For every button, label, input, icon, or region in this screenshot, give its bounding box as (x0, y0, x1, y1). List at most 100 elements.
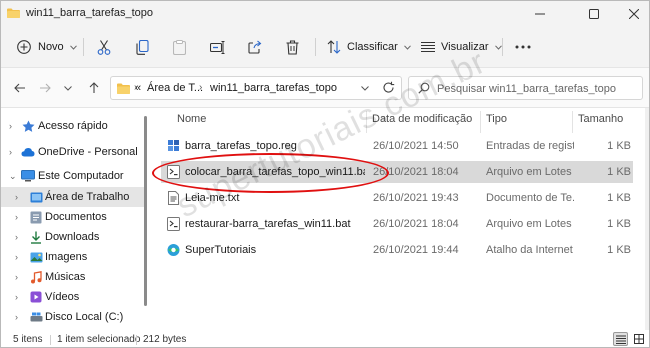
sidebar-item-label: Documentos (45, 211, 107, 223)
chevron-down-icon (69, 44, 77, 50)
column-divider[interactable] (572, 111, 573, 133)
sidebar-item-local-disk[interactable]: › Disco Local (C:) (1, 307, 147, 327)
close-button[interactable] (611, 1, 649, 26)
file-size: 1 KB (607, 244, 631, 256)
navigation-scrollbar[interactable] (142, 108, 148, 330)
chevron-right-icon[interactable]: › (15, 292, 23, 302)
right-scroll-track[interactable] (645, 108, 649, 330)
address-row: › « Área de T... › win11_barra_tarefas_t… (1, 68, 649, 108)
command-bar: Novo Classificar Visualizar (1, 26, 649, 68)
paste-button[interactable] (173, 34, 186, 60)
delete-button[interactable] (286, 34, 299, 60)
chevron-down-icon[interactable] (361, 86, 369, 91)
navigation-pane: › Acesso rápido › OneDrive - Personal ⌄ … (1, 108, 147, 330)
sidebar-item-label: Músicas (45, 271, 86, 283)
breadcrumb-overflow[interactable]: « (135, 82, 141, 94)
file-size: 1 KB (607, 218, 631, 230)
share-button[interactable] (248, 34, 262, 60)
tiles-view-button[interactable] (631, 332, 646, 346)
status-bar: 5 itens 1 item selecionado 212 bytes (1, 330, 649, 347)
file-date: 26/10/2021 19:43 (373, 192, 459, 204)
scrollbar-thumb[interactable] (144, 116, 147, 306)
chevron-down-icon (403, 44, 411, 50)
sidebar-item-pictures[interactable]: › Imagens (1, 247, 147, 267)
address-bar[interactable]: › « Área de T... › win11_barra_tarefas_t… (110, 76, 402, 100)
batch-file-icon (167, 217, 180, 231)
arrow-right-icon (40, 83, 51, 93)
minimize-button[interactable] (517, 1, 563, 26)
sidebar-item-label: OneDrive - Personal (38, 146, 138, 158)
cut-button[interactable] (97, 34, 111, 60)
sidebar-item-this-pc[interactable]: ⌄ Este Computador (1, 166, 147, 186)
minimize-icon (535, 13, 545, 14)
file-date: 26/10/2021 14:50 (373, 140, 459, 152)
copy-button[interactable] (136, 34, 149, 60)
chevron-right-icon[interactable]: › (15, 272, 23, 282)
new-button[interactable]: Novo (17, 34, 77, 60)
folder-icon (7, 8, 20, 18)
sidebar-item-documents[interactable]: › Documentos (1, 207, 147, 227)
sidebar-item-music[interactable]: › Músicas (1, 267, 147, 287)
close-icon (629, 8, 639, 19)
cut-icon (97, 39, 111, 55)
title-bar[interactable]: win11_barra_tarefas_topo (1, 1, 649, 26)
chevron-right-icon[interactable]: › (9, 121, 17, 131)
delete-icon (286, 39, 299, 55)
recent-locations-button[interactable] (60, 80, 76, 96)
window-title: win11_barra_tarefas_topo (26, 7, 153, 19)
file-size: 1 KB (607, 140, 631, 152)
arrow-left-icon (14, 83, 25, 93)
back-button[interactable] (12, 80, 28, 96)
file-type: Arquivo em Lotes ... (486, 166, 574, 178)
new-label: Novo (38, 41, 64, 53)
sidebar-item-label: Vídeos (45, 291, 80, 303)
internet-shortcut-icon (167, 244, 180, 256)
details-view-button[interactable] (613, 332, 628, 346)
breadcrumb-desktop[interactable]: Área de T... (147, 82, 203, 94)
sidebar-item-label: Área de Trabalho (45, 191, 130, 203)
more-options-button[interactable] (515, 34, 531, 60)
desktop-icon (29, 190, 43, 204)
toolbar-divider (502, 38, 503, 56)
sort-button[interactable]: Classificar (327, 34, 411, 60)
computer-icon (21, 169, 35, 183)
drive-icon (29, 310, 43, 324)
documents-icon (29, 210, 43, 224)
maximize-icon (589, 8, 599, 19)
file-type: Atalho da Internet (486, 244, 573, 256)
chevron-right-icon[interactable]: › (15, 212, 23, 222)
column-header-name[interactable]: Nome (177, 113, 206, 131)
videos-icon (29, 290, 43, 304)
file-row[interactable]: SuperTutoriais 26/10/2021 19:44 Atalho d… (161, 239, 633, 261)
sidebar-item-label: Disco Local (C:) (45, 311, 124, 323)
column-header-type[interactable]: Tipo (486, 113, 507, 131)
chevron-down-icon (64, 85, 72, 91)
column-divider[interactable] (480, 111, 481, 133)
forward-button[interactable] (37, 80, 53, 96)
chevron-down-icon[interactable]: ⌄ (9, 171, 17, 182)
sidebar-item-quick-access[interactable]: › Acesso rápido (1, 116, 147, 136)
downloads-icon (29, 230, 43, 244)
view-list-icon (421, 41, 435, 53)
chevron-right-icon[interactable]: › (15, 192, 23, 202)
file-type: Arquivo em Lotes ... (486, 218, 574, 230)
star-icon (21, 119, 35, 133)
sidebar-item-label: Imagens (45, 251, 88, 263)
sidebar-item-videos[interactable]: › Vídeos (1, 287, 147, 307)
sidebar-item-downloads[interactable]: › Downloads (1, 227, 147, 247)
breadcrumb-current-folder[interactable]: win11_barra_tarefas_topo (210, 82, 337, 94)
toolbar-divider (83, 38, 84, 56)
cloud-icon (21, 145, 35, 159)
rename-button[interactable] (210, 34, 225, 60)
up-button[interactable] (86, 80, 102, 96)
chevron-right-icon[interactable]: › (15, 312, 23, 322)
chevron-right-icon[interactable]: › (9, 147, 17, 157)
sidebar-item-desktop[interactable]: › Área de Trabalho (1, 187, 147, 207)
file-name: restaurar-barra_tarefas_win11.bat (185, 218, 351, 230)
column-header-size[interactable]: Tamanho (578, 113, 623, 131)
sidebar-item-onedrive[interactable]: › OneDrive - Personal (1, 142, 147, 162)
chevron-right-icon[interactable]: › (15, 232, 23, 242)
folder-icon (117, 83, 130, 94)
file-row[interactable]: restaurar-barra_tarefas_win11.bat 26/10/… (161, 213, 633, 235)
chevron-right-icon[interactable]: › (15, 252, 23, 262)
